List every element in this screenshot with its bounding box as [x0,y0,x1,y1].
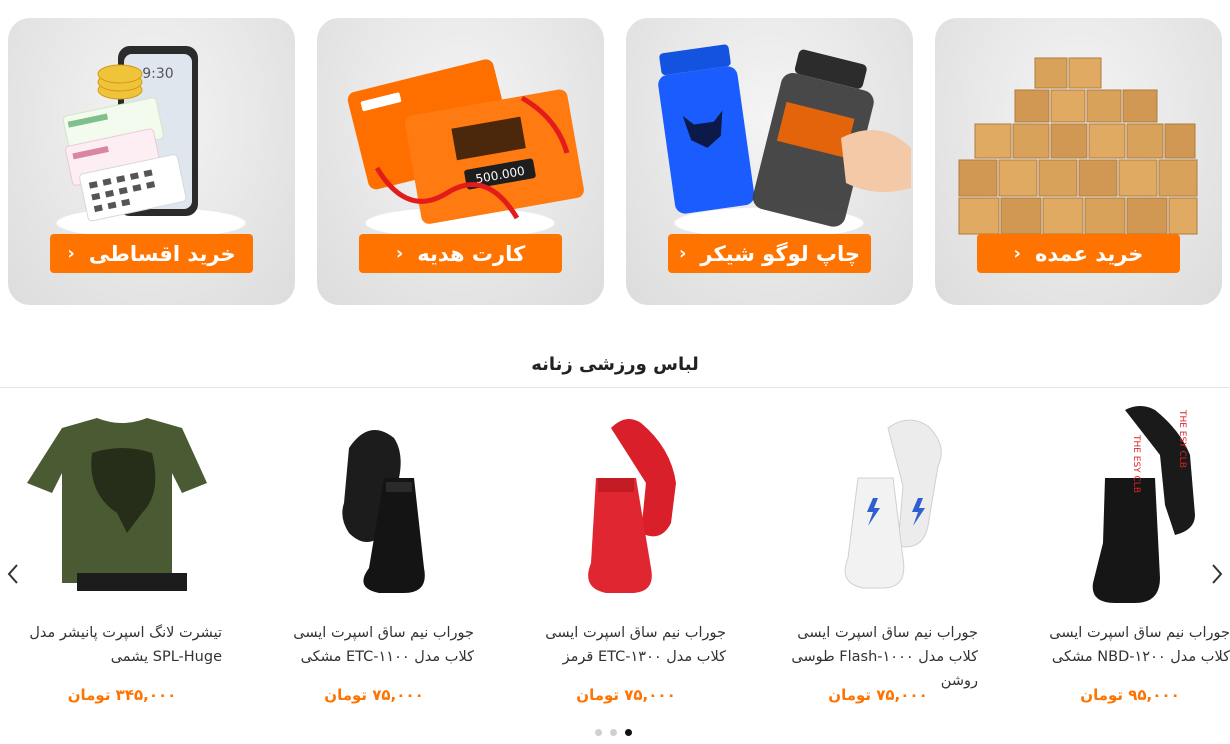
chevron-right-icon [1212,564,1223,584]
svg-text:THE ESY CLB: THE ESY CLB [1131,434,1141,493]
product-card[interactable]: جوراب نیم ساق اسپرت ایسی کلاب مدل ETC-۱۳… [526,398,726,718]
black-socks-image [342,430,425,593]
black-red-socks-image: THE ESY CLB THE ESY CLB [1092,406,1195,603]
carousel-pagination [595,729,632,736]
section-title: لباس ورزشی زنانه [531,354,699,375]
pagination-dot[interactable] [595,729,602,736]
banner-wholesale[interactable]: خرید عمده ‹ [935,18,1222,305]
product-name[interactable]: جوراب نیم ساق اسپرت ایسی کلاب مدل ETC-۱۱… [269,621,474,669]
red-socks-image [588,419,676,593]
cardboard-boxes-art [958,57,1198,235]
svg-text:THE ESY CLB: THE ESY CLB [1177,409,1187,468]
product-name[interactable]: تیشرت لانگ اسپرت پانیشر مدل SPL-Huge یشم… [17,621,222,669]
section-divider [0,387,1230,388]
svg-text:9:30: 9:30 [142,66,173,82]
pagination-dot-active[interactable] [625,729,632,736]
product-card[interactable]: جوراب نیم ساق اسپرت ایسی کلاب مدل ETC-۱۱… [274,398,474,718]
carousel-prev-button[interactable] [4,560,22,588]
product-carousel: THE ESY CLB THE ESY CLB جوراب نیم ساق اس… [18,398,1230,718]
banner-installment[interactable]: 9:30 خرید اقساطی ‹ [8,18,295,305]
pagination-dot[interactable] [610,729,617,736]
white-flash-socks-image [844,419,942,589]
gift-card-button[interactable]: کارت هدیه ‹ [359,234,562,273]
product-price: ۹۵,۰۰۰ تومان [1080,686,1180,704]
gift-card-art: 500.000 [347,59,584,240]
chevron-left-icon: ‹ [395,242,404,264]
installment-button[interactable]: خرید اقساطی ‹ [50,234,253,273]
shaker-bottles-art [658,44,911,240]
chevron-left-icon: ‹ [67,242,75,264]
carousel-next-button[interactable] [1208,560,1226,588]
banner-label: چاپ لوگو شیکر [700,241,861,266]
banner-label: کارت هدیه [417,241,526,266]
chevron-left-icon [7,564,18,584]
chevron-left-icon: ‹ [678,242,687,264]
installment-phone-calendar-art: 9:30 [55,46,247,240]
product-price: ۷۵,۰۰۰ تومان [828,686,928,704]
product-name[interactable]: جوراب نیم ساق اسپرت ایسی کلاب مدل ETC-۱۳… [521,621,726,669]
wholesale-button[interactable]: خرید عمده ‹ [977,234,1180,273]
product-price: ۳۴۵,۰۰۰ تومان [67,686,177,704]
chevron-left-icon: ‹ [1013,242,1021,264]
shaker-logo-button[interactable]: چاپ لوگو شیکر ‹ [668,234,871,273]
product-name[interactable]: جوراب نیم ساق اسپرت ایسی کلاب مدل Flash-… [773,621,978,693]
product-price: ۷۵,۰۰۰ تومان [324,686,424,704]
promo-banners: 9:30 خرید اقساطی ‹ 500.000 کارت هدیه ‹ چ… [8,18,1223,305]
banner-label: خرید عمده [1034,241,1144,266]
product-card[interactable]: جوراب نیم ساق اسپرت ایسی کلاب مدل Flash-… [778,398,978,718]
product-card[interactable]: تیشرت لانگ اسپرت پانیشر مدل SPL-Huge یشم… [22,398,222,718]
banner-label: خرید اقساطی [88,241,236,266]
green-punisher-tshirt-image [27,418,207,591]
product-price: ۷۵,۰۰۰ تومان [576,686,676,704]
banner-gift-card[interactable]: 500.000 کارت هدیه ‹ [317,18,604,305]
product-name[interactable]: جوراب نیم ساق اسپرت ایسی کلاب مدل NBD-۱۲… [1025,621,1230,669]
banner-shaker-logo-print[interactable]: چاپ لوگو شیکر ‹ [626,18,913,305]
product-card[interactable]: THE ESY CLB THE ESY CLB جوراب نیم ساق اس… [1030,398,1230,718]
